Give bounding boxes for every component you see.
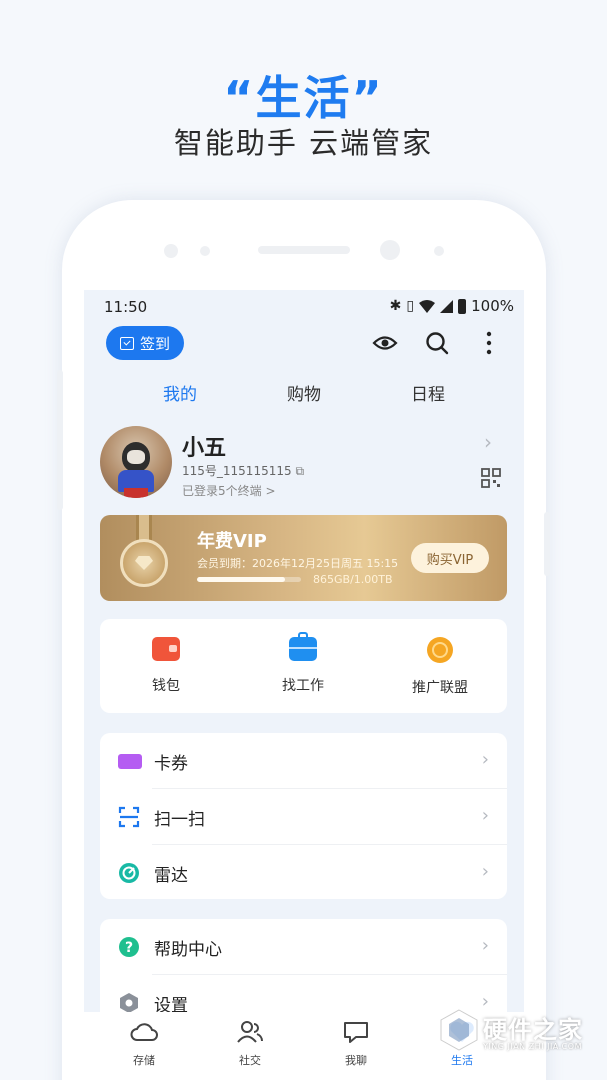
chevron-right-icon[interactable]: › [484, 430, 492, 454]
vip-medal-icon [120, 539, 168, 587]
wallet-label: 钱包 [152, 678, 180, 694]
vibrate-icon: ▯ [406, 298, 415, 314]
tab-mine[interactable]: 我的 [130, 380, 230, 405]
job-label: 找工作 [282, 678, 324, 694]
menu-label: 雷达 [154, 865, 188, 886]
vip-card[interactable]: 年费VIP 会员到期：2026年12月25日周五 15:15 865GB/1.0… [100, 515, 507, 601]
wallet-action[interactable]: 钱包 [116, 637, 216, 695]
phone-camera [380, 240, 400, 260]
ticket-icon [118, 750, 142, 772]
buy-vip-button[interactable]: 购买VIP [411, 543, 489, 573]
phone-sensor [434, 246, 444, 256]
menu-label: 卡券 [154, 753, 188, 774]
coins-icon [427, 637, 453, 663]
chevron-right-icon: › [481, 861, 489, 882]
quick-actions-card: 钱包 找工作 推广联盟 [100, 619, 507, 713]
phone-side-button-left [57, 370, 63, 510]
svg-text:?: ? [125, 940, 133, 956]
menu-item-scan[interactable]: 扫一扫 › [100, 789, 507, 845]
avatar[interactable] [100, 426, 172, 498]
status-time: 11:50 [104, 298, 148, 316]
tab-schedule[interactable]: 日程 [378, 380, 478, 405]
more-vertical-icon[interactable] [476, 330, 502, 356]
menu-label: 帮助中心 [154, 939, 222, 960]
qr-code-icon[interactable] [481, 468, 501, 488]
promo-headline: “生活” [223, 71, 384, 125]
copy-icon[interactable]: ⧉ [295, 464, 304, 478]
chevron-right-icon: › [481, 935, 489, 956]
status-bar: 11:50 ✱ ▯ 100% [84, 290, 524, 324]
affiliate-action[interactable]: 推广联盟 [390, 637, 490, 697]
menu-item-help[interactable]: ? 帮助中心 › [100, 919, 507, 975]
tab-bar: 我的 购物 日程 [84, 380, 524, 410]
phone-speaker [258, 246, 350, 254]
users-icon [237, 1021, 263, 1043]
menu-card-tools: 卡券 › 扫一扫 › 雷达 › [100, 733, 507, 899]
eye-icon[interactable] [372, 330, 398, 356]
scan-icon [118, 806, 140, 828]
menu-label: 扫一扫 [154, 809, 205, 830]
help-icon: ? [119, 937, 139, 957]
nav-label: 社交 [239, 1054, 261, 1067]
search-icon[interactable] [424, 330, 450, 356]
menu-item-coupons[interactable]: 卡券 › [100, 733, 507, 789]
chevron-right-icon: › [481, 749, 489, 770]
briefcase-icon [289, 632, 317, 661]
cloud-icon [130, 1023, 158, 1041]
status-icons: ✱ ▯ 100% [390, 297, 514, 315]
app-screen: 11:50 ✱ ▯ 100% 签到 我的 购物 日程 小五 115号_11511… [84, 290, 524, 1080]
phone-sensor [200, 246, 210, 256]
promo-subline: 智能助手 云端管家 [173, 126, 434, 160]
signal-icon [440, 299, 454, 313]
battery-icon [458, 298, 467, 314]
menu-item-radar[interactable]: 雷达 › [100, 845, 507, 901]
nav-label: 我聊 [345, 1054, 367, 1067]
storage-progress-fill [197, 577, 285, 582]
storage-progress-bar [197, 577, 301, 582]
watermark-subtitle: YING JIAN ZHI JIA.COM [483, 1042, 582, 1051]
affiliate-label: 推广联盟 [412, 680, 468, 696]
nav-label: 存储 [133, 1054, 155, 1067]
login-status-link[interactable]: 已登录5个终端 > [182, 482, 276, 499]
battery-percent: 100% [471, 297, 514, 315]
bluetooth-icon: ✱ [389, 298, 402, 314]
watermark-logo [440, 1009, 478, 1051]
storage-used: 865GB/1.00TB [313, 573, 393, 586]
tab-shopping[interactable]: 购物 [254, 380, 354, 405]
calendar-check-icon [119, 336, 134, 350]
wallet-icon [152, 637, 180, 661]
nav-social[interactable]: 社交 [200, 1020, 300, 1068]
profile-account-id: 115号_115115115 ⧉ [182, 462, 304, 479]
job-action[interactable]: 找工作 [253, 632, 353, 695]
nav-storage[interactable]: 存储 [94, 1020, 194, 1068]
top-bar: 签到 [84, 324, 524, 368]
chat-icon [344, 1022, 368, 1043]
signin-label: 签到 [139, 334, 170, 353]
wifi-icon [419, 299, 436, 313]
chevron-right-icon: › [481, 805, 489, 826]
vip-expiry: 会员到期：2026年12月25日周五 15:15 [197, 557, 399, 570]
radar-icon [119, 863, 139, 883]
watermark: 硬件之家 YING JIAN ZHI JIA.COM [437, 1008, 597, 1058]
phone-side-button-right [544, 512, 550, 576]
watermark-title: 硬件之家 [483, 1016, 583, 1044]
signin-button[interactable]: 签到 [106, 326, 184, 360]
profile-name: 小五 [182, 436, 227, 461]
phone-sensor [164, 244, 178, 258]
vip-title: 年费VIP [197, 531, 267, 552]
account-id-text: 115号_115115115 [182, 464, 292, 478]
settings-icon [120, 993, 138, 1013]
nav-chat[interactable]: 我聊 [306, 1020, 406, 1068]
